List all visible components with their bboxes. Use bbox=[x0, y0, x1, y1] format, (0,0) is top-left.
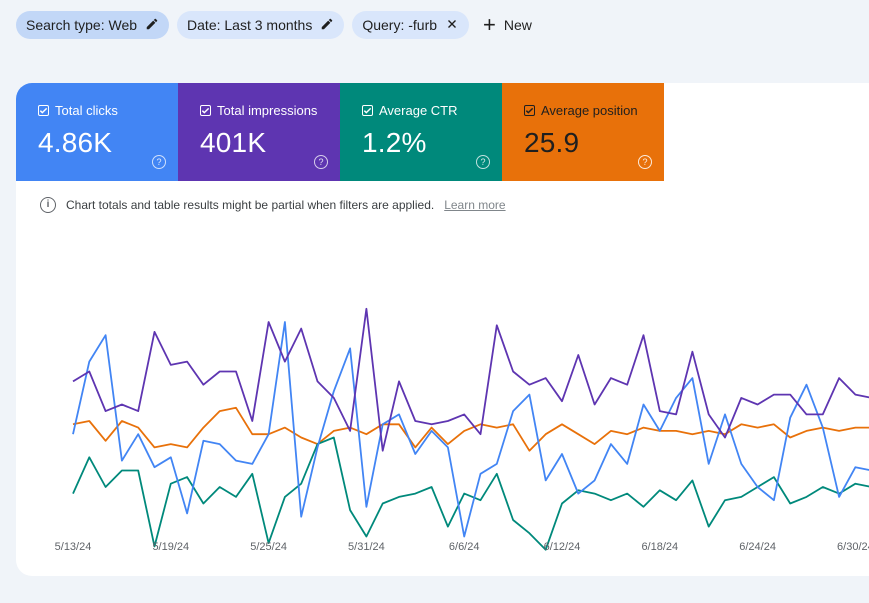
series-line-1 bbox=[72, 321, 869, 538]
new-filter-label: New bbox=[503, 17, 532, 33]
x-tick-label: 6/24/24 bbox=[739, 541, 776, 553]
close-icon[interactable] bbox=[445, 17, 459, 34]
performance-card: Total clicks 4.86K ? Total impressions 4… bbox=[16, 83, 869, 576]
filter-chip-search-type[interactable]: Search type: Web bbox=[16, 11, 170, 39]
new-filter-button[interactable]: + New bbox=[483, 14, 532, 36]
filter-chip-label: Query: -furb bbox=[362, 17, 438, 33]
series-line-0 bbox=[72, 307, 869, 452]
filter-chip-date[interactable]: Date: Last 3 months bbox=[177, 11, 345, 39]
x-tick-label: 5/31/24 bbox=[348, 541, 385, 553]
pencil-icon[interactable] bbox=[145, 17, 159, 34]
x-tick-label: 5/13/24 bbox=[55, 541, 92, 553]
pencil-icon[interactable] bbox=[320, 17, 334, 34]
filter-chip-query[interactable]: Query: -furb bbox=[352, 11, 470, 39]
x-tick-label: 6/30/24 bbox=[837, 541, 869, 553]
filter-bar: Search type: Web Date: Last 3 months Que… bbox=[16, 11, 532, 39]
x-tick-label: 5/19/24 bbox=[152, 541, 189, 553]
plus-icon: + bbox=[483, 12, 496, 37]
x-tick-label: 6/12/24 bbox=[544, 541, 581, 553]
filter-chip-label: Date: Last 3 months bbox=[187, 17, 313, 33]
series-line-3 bbox=[72, 406, 869, 452]
performance-line-chart: 5/13/24 5/19/24 5/25/24 5/31/24 6/6/24 6/12/2… bbox=[55, 307, 869, 553]
x-tick-label: 5/25/24 bbox=[250, 541, 287, 553]
x-tick-label: 6/6/24 bbox=[449, 541, 480, 553]
filter-chip-label: Search type: Web bbox=[26, 17, 138, 33]
x-tick-label: 6/18/24 bbox=[641, 541, 678, 553]
